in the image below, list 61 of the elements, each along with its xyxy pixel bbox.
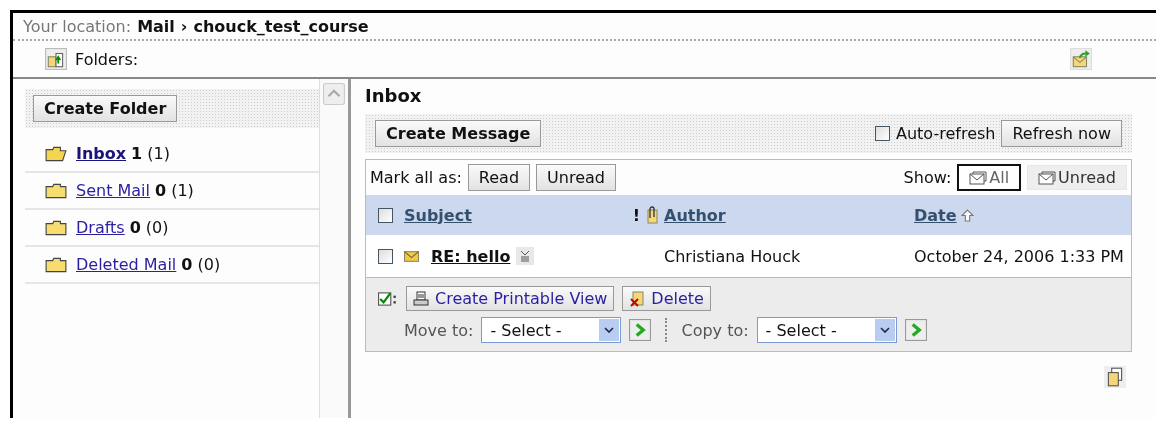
paperclip-icon (646, 206, 658, 224)
folder-icon (45, 182, 67, 199)
breadcrumb[interactable]: chouck_test_course (193, 16, 369, 36)
date-cell: October 24, 2006 1:33 PM (914, 246, 1124, 266)
printer-icon (413, 290, 429, 307)
auto-refresh-checkbox[interactable] (875, 126, 890, 141)
author-cell: Christiana Houck (664, 246, 801, 266)
total-count: (0) (197, 255, 221, 274)
envelope-icon (969, 170, 988, 185)
mark-button[interactable]: Read (467, 164, 531, 191)
folder-icon (45, 219, 67, 236)
mark-all-label: Mark all as: (370, 168, 462, 187)
create-printable-view-button[interactable]: Create Printable View (406, 286, 615, 311)
folder-toggle-icon[interactable] (45, 48, 67, 70)
delete-icon (629, 290, 646, 307)
delete-button[interactable]: Delete (622, 286, 711, 311)
unread-count: 0 (181, 255, 193, 274)
total-count: (1) (171, 181, 194, 200)
copy-to-label: Copy to: (681, 320, 749, 340)
chevron-down-icon (604, 327, 615, 333)
inbox-title: Inbox (365, 84, 423, 108)
mark-button[interactable]: Unread (536, 164, 616, 191)
chevron-down-icon (879, 327, 890, 333)
create-message-button[interactable]: Create Message (375, 120, 542, 147)
auto-refresh-label: Auto-refresh (896, 124, 996, 143)
folder-link[interactable]: Drafts (76, 218, 125, 237)
create-folder-button[interactable]: Create Folder (33, 95, 178, 122)
message-subject-link[interactable]: RE: hello (431, 246, 511, 266)
folder-link[interactable]: Inbox (76, 144, 127, 163)
preview-icon[interactable] (516, 247, 535, 265)
checked-box-icon (378, 290, 398, 307)
unread-count: 0 (155, 181, 167, 200)
folders-label: Folders: (75, 49, 139, 69)
show-label: Show: (903, 168, 952, 187)
column-header[interactable]: Author (664, 205, 726, 225)
unread-count: 0 (129, 218, 141, 237)
move-to-label: Move to: (404, 320, 474, 340)
unread-count: 1 (131, 144, 143, 163)
envelope-icon (1038, 170, 1057, 185)
folder-link[interactable]: Sent Mail (76, 181, 150, 200)
breadcrumb[interactable]: Mail (137, 16, 175, 36)
open-folder-icon (45, 145, 67, 162)
show-filter-tab[interactable]: Unread (1027, 165, 1127, 190)
sort-up-icon[interactable] (960, 208, 974, 222)
mail-export-icon[interactable] (1070, 48, 1092, 70)
move-to-dropdown[interactable]: - Select - (481, 317, 622, 343)
column-header[interactable]: Date (914, 205, 957, 225)
select-all-checkbox[interactable] (377, 207, 393, 223)
folder-link[interactable]: Deleted Mail (76, 255, 177, 274)
location-label: Your location: (23, 16, 132, 36)
row-checkbox[interactable] (377, 248, 393, 264)
copy-to-dropdown[interactable]: - Select - (756, 317, 897, 343)
total-count: (1) (147, 144, 170, 163)
breadcrumb: › (180, 16, 188, 36)
show-filter-tab[interactable]: All (957, 164, 1022, 191)
column-header[interactable]: Subject (404, 205, 472, 225)
total-count: (0) (145, 218, 169, 237)
refresh-now-button[interactable]: Refresh now (1001, 120, 1122, 147)
priority-header: ! (632, 205, 640, 225)
folder-icon (45, 256, 67, 273)
copy-pages-icon[interactable] (1104, 366, 1126, 388)
